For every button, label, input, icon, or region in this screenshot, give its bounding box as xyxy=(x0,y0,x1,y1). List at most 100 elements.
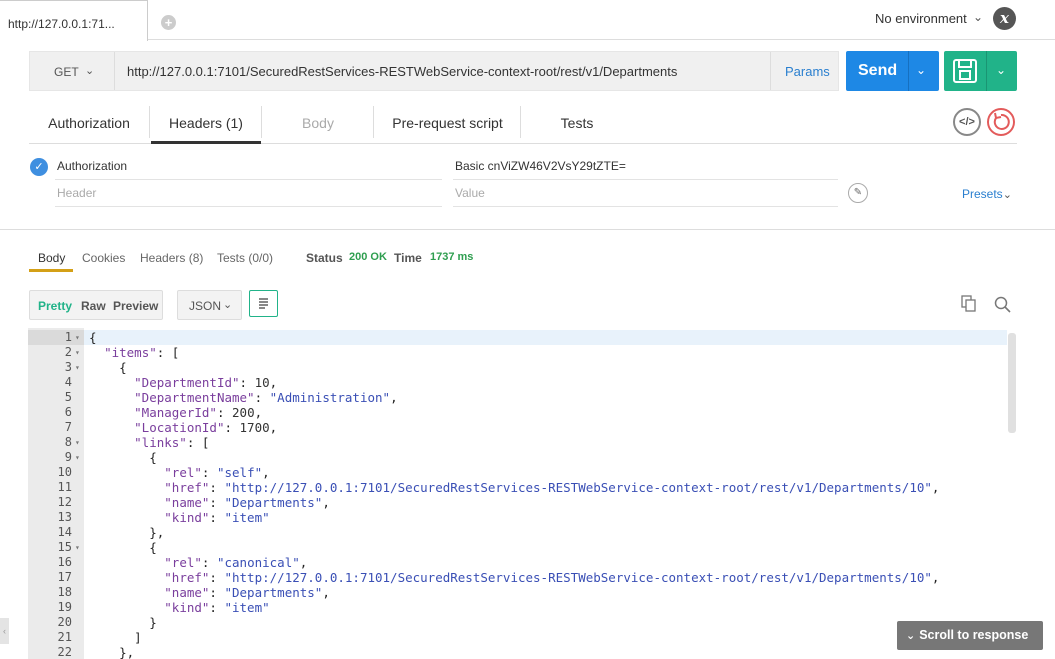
response-body-editor[interactable]: 1 ▾{2 ▾ "items": [3 ▾ {4 "DepartmentId": 10… xyxy=(28,328,1013,659)
tab-authorization[interactable]: Authorization xyxy=(29,104,149,144)
copy-icon[interactable] xyxy=(961,295,977,312)
tab-body[interactable]: Body xyxy=(263,104,373,144)
response-tab-cookies[interactable]: Cookies xyxy=(82,251,125,265)
chevron-down-icon[interactable]: ⌄ xyxy=(973,10,983,24)
code-token: : xyxy=(209,480,225,495)
header-key-authorization[interactable]: Authorization xyxy=(57,159,127,173)
header-value-input[interactable]: Value xyxy=(455,186,485,200)
code-token: }, xyxy=(89,525,165,540)
view-raw[interactable]: Raw xyxy=(81,299,106,313)
fold-toggle-icon[interactable]: ▾ xyxy=(75,330,80,345)
line-number: 1 xyxy=(64,330,72,344)
response-tab-headers[interactable]: Headers (8) xyxy=(140,251,203,265)
tab-pre-request-script[interactable]: Pre-request script xyxy=(375,104,520,144)
code-token: , xyxy=(269,420,278,435)
send-button[interactable]: Send ⌄ xyxy=(846,51,939,91)
line-number: 7 xyxy=(64,420,72,434)
editor-scrollbar[interactable] xyxy=(1008,333,1016,433)
code-line: "kind": "item" xyxy=(89,510,269,525)
save-button[interactable]: ⌄ xyxy=(944,51,1017,91)
code-token: , xyxy=(269,375,278,390)
request-tab-label: http://127.0.0.1:71... xyxy=(8,17,115,31)
code-line: "DepartmentId": 10, xyxy=(89,375,277,390)
code-token: "kind" xyxy=(164,510,210,525)
code-token: "ManagerId" xyxy=(134,405,217,420)
code-token: : xyxy=(209,585,225,600)
method-selector[interactable]: GET ⌄ xyxy=(30,52,115,90)
view-preview[interactable]: Preview xyxy=(113,299,158,313)
code-token: "links" xyxy=(134,435,187,450)
chevron-down-icon: ⌄ xyxy=(1002,189,1012,201)
status-label: Status xyxy=(306,251,343,265)
wrap-lines-icon[interactable] xyxy=(249,290,278,317)
code-token: , xyxy=(931,480,940,495)
code-token: , xyxy=(254,405,263,420)
code-token: "item" xyxy=(224,600,270,615)
header-value-authorization[interactable]: Basic cnViZW46V2VsY29tZTE= xyxy=(455,159,626,173)
app-logo[interactable]: x xyxy=(993,7,1016,30)
line-number: 20 xyxy=(57,615,72,629)
code-line: "rel": "self", xyxy=(89,465,269,480)
code-token: 200 xyxy=(232,405,255,420)
code-token: : xyxy=(209,495,225,510)
code-token: , xyxy=(299,555,308,570)
code-line: { xyxy=(89,330,97,345)
response-tab-tests[interactable]: Tests (0/0) xyxy=(217,251,273,265)
request-tab[interactable]: http://127.0.0.1:71... xyxy=(0,0,148,41)
fold-toggle-icon[interactable]: ▾ xyxy=(75,435,80,450)
code-line: "DepartmentName": "Administration", xyxy=(89,390,397,405)
format-selector[interactable]: JSON ⌄ xyxy=(177,290,242,320)
view-pretty[interactable]: Pretty xyxy=(38,299,72,313)
code-token: : xyxy=(209,600,225,615)
code-token: : xyxy=(209,570,225,585)
pencil-icon[interactable]: ✎ xyxy=(848,183,868,203)
code-token: : xyxy=(201,555,217,570)
header-enabled-checkbox[interactable]: ✓ xyxy=(30,158,48,176)
code-token: , xyxy=(322,585,330,600)
search-icon[interactable] xyxy=(994,296,1011,313)
tab-tests[interactable]: Tests xyxy=(522,104,632,144)
code-token: "rel" xyxy=(164,555,202,570)
add-tab-icon[interactable]: + xyxy=(161,15,176,30)
fold-toggle-icon[interactable]: ▾ xyxy=(75,540,80,555)
params-button[interactable]: Params xyxy=(770,52,840,90)
code-line: "LocationId": 1700, xyxy=(89,420,277,435)
line-number: 2 xyxy=(64,345,72,359)
response-tab-body[interactable]: Body xyxy=(38,251,65,265)
chevron-down-icon: ⌄ xyxy=(906,630,916,642)
chevron-down-icon[interactable]: ⌄ xyxy=(916,63,926,77)
code-icon[interactable]: </> xyxy=(953,108,981,136)
code-line: ] xyxy=(89,630,142,645)
time-value: 1737 ms xyxy=(430,251,474,263)
code-line: "href": "http://127.0.0.1:7101/SecuredRe… xyxy=(89,480,939,495)
presets-dropdown[interactable]: Presets⌄ xyxy=(962,187,1012,201)
fold-toggle-icon[interactable]: ▾ xyxy=(75,345,80,360)
environment-selector[interactable]: No environment xyxy=(875,11,967,26)
code-token: "name" xyxy=(164,495,210,510)
section-divider xyxy=(0,229,1055,230)
tab-headers[interactable]: Headers (1) xyxy=(151,104,261,144)
code-token: "name" xyxy=(164,585,210,600)
code-token: : xyxy=(239,375,255,390)
reset-icon[interactable] xyxy=(987,108,1015,136)
sidebar-toggle-handle[interactable]: ‹ xyxy=(0,618,9,644)
status-value: 200 OK xyxy=(349,251,387,263)
scroll-to-response-button[interactable]: ⌄ Scroll to response xyxy=(897,621,1043,650)
fold-toggle-icon[interactable]: ▾ xyxy=(75,360,80,375)
url-bar: GET ⌄ http://127.0.0.1:7101/SecuredRestS… xyxy=(29,51,839,91)
chevron-down-icon[interactable]: ⌄ xyxy=(996,63,1006,77)
header-key-input[interactable]: Header xyxy=(57,186,96,200)
code-token: 10 xyxy=(254,375,270,390)
url-input[interactable]: http://127.0.0.1:7101/SecuredRestService… xyxy=(127,64,677,79)
line-number: 14 xyxy=(57,525,72,539)
code-token: : xyxy=(254,390,270,405)
fold-toggle-icon[interactable]: ▾ xyxy=(75,450,80,465)
code-token: : xyxy=(224,420,240,435)
code-token: { xyxy=(89,540,157,555)
